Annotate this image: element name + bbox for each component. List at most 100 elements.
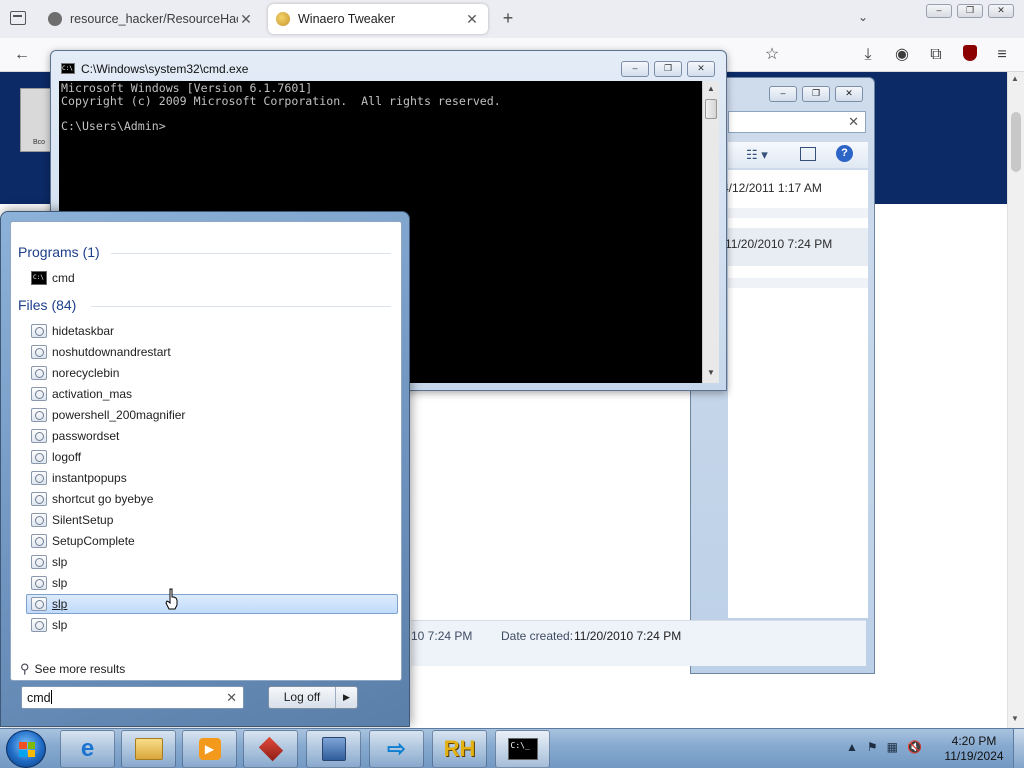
arrow-app-icon[interactable]: ⇨ [369,730,424,768]
media-player-icon[interactable]: ▶ [182,730,237,768]
scroll-up-icon[interactable]: ▲ [1011,74,1019,83]
volume-muted-icon[interactable]: 🔇 [907,740,922,754]
list-item[interactable]: 11/20/2010 7:24 PM [725,228,868,266]
log-off-button[interactable]: Log off ▶ [268,686,358,709]
browser-tab-bar: resource_hacker/ResourceHack ✕ Winaero T… [0,0,1024,38]
account-icon[interactable]: ◉ [892,45,912,65]
files-header[interactable]: Files (84) [18,297,76,313]
file-result-item[interactable]: shortcut go byebye [26,489,398,509]
show-hidden-icons-icon[interactable]: ▲ [846,740,858,754]
clock[interactable]: 4:20 PM 11/19/2024 [940,734,1008,764]
file-result-item[interactable]: logoff [26,447,398,467]
tab-resource-hacker[interactable]: resource_hacker/ResourceHack ✕ [40,4,262,34]
action-center-flag-icon[interactable]: ⚑ [867,740,878,754]
log-off-label[interactable]: Log off [269,687,335,708]
window-title: C:\Windows\system32\cmd.exe [81,62,249,76]
clock-date: 11/19/2024 [944,749,1004,763]
close-button[interactable]: ✕ [687,61,715,77]
script-file-icon [31,597,47,611]
network-icon[interactable]: ▦ [887,740,898,754]
app-red-icon[interactable] [243,730,298,768]
scrollbar-thumb[interactable] [705,99,717,119]
restore-button[interactable]: ❐ [957,4,983,18]
console-scrollbar[interactable]: ▲ ▼ [702,81,719,383]
bookmark-star-icon[interactable]: ☆ [762,45,782,65]
script-file-icon [31,555,47,569]
scrollbar-thumb[interactable] [1011,112,1021,172]
close-button[interactable]: ✕ [835,86,863,102]
file-result-item[interactable]: activation_mas [26,384,398,404]
hand-cursor-icon [165,588,178,610]
program-item-cmd[interactable]: C:\ cmd [26,268,398,288]
start-search-input[interactable]: cmd ✕ [21,686,244,709]
file-result-item[interactable]: SetupComplete [26,531,398,551]
resource-hacker-icon[interactable]: RH [432,730,487,768]
tab-label: resource_hacker/ResourceHack [70,12,238,26]
show-desktop-button[interactable] [1013,729,1024,768]
restore-button[interactable]: ❐ [802,86,830,102]
file-result-item[interactable]: slp [26,573,398,593]
text-caret [50,690,52,704]
see-more-results-link[interactable]: ⚲ See more results [20,661,125,677]
search-box[interactable]: ✕ [728,111,866,133]
cmd-icon: C:\ [31,271,47,285]
file-result-item[interactable]: slp [26,594,398,614]
shutdown-options-icon[interactable]: ▶ [335,687,357,708]
scroll-up-icon[interactable]: ▲ [707,84,715,93]
search-results-panel: Programs (1) C:\ cmd Files (84) hidetask… [10,221,402,681]
list-all-tabs-icon[interactable] [10,11,26,25]
file-result-item[interactable]: slp [26,615,398,635]
file-list: 4/12/2011 1:17 AM 11/20/2010 7:24 PM [722,170,868,618]
file-result-item[interactable]: norecyclebin [26,363,398,383]
row-separator [728,278,868,288]
see-more-label: See more results [34,662,126,676]
item-label: activation_mas [52,387,133,401]
close-button[interactable]: ✕ [988,4,1014,18]
plus-icon[interactable]: + [498,8,518,30]
internet-explorer-icon[interactable]: e [60,730,115,768]
console-line: Microsoft Windows [Version 6.1.7601] [61,81,313,95]
downloads-icon[interactable]: ⤓ [858,45,878,65]
start-button[interactable] [6,730,46,768]
file-result-item[interactable]: passwordset [26,426,398,446]
extensions-icon[interactable]: ⧉ [926,45,946,65]
file-result-item[interactable]: SilentSetup [26,510,398,530]
file-result-item[interactable]: slp [26,552,398,572]
item-label: cmd [52,271,75,285]
date-created-label: Date created: [501,629,574,643]
file-result-item[interactable]: noshutdownandrestart [26,342,398,362]
view-options-icon[interactable]: ☷ ▾ [746,147,768,163]
item-label: instantpopups [52,471,127,485]
back-arrow-icon[interactable]: ← [12,45,32,65]
menu-icon[interactable]: ≡ [992,45,1012,65]
item-label: slp [52,555,68,569]
scroll-down-icon[interactable]: ▼ [707,368,715,377]
minimize-button[interactable]: – [621,61,649,77]
chevron-down-icon[interactable]: ⌄ [858,10,868,24]
programs-header[interactable]: Programs (1) [18,244,100,260]
item-label: SetupComplete [52,534,135,548]
file-result-item[interactable]: instantpopups [26,468,398,488]
notification-area: ▲ ⚑ ▦ 🔇 [846,740,922,754]
item-label: SilentSetup [52,513,114,527]
tab-winaero-tweaker[interactable]: Winaero Tweaker ✕ [268,4,488,34]
winaero-icon [276,12,290,26]
minimize-button[interactable]: – [926,4,952,18]
file-result-item[interactable]: hidetaskbar [26,321,398,341]
cmd-icon[interactable]: C:\_ [495,730,550,768]
file-explorer-icon[interactable] [121,730,176,768]
minimize-button[interactable]: – [769,86,797,102]
page-scrollbar[interactable]: ▲ ▼ [1007,72,1024,728]
script-file-icon [31,366,47,380]
close-tab-icon[interactable]: ✕ [238,11,254,28]
restore-button[interactable]: ❐ [654,61,682,77]
clear-search-icon[interactable]: ✕ [226,690,237,706]
close-tab-icon[interactable]: ✕ [464,11,480,28]
file-result-item[interactable]: powershell_200magnifier [26,405,398,425]
clear-search-icon[interactable]: ✕ [848,114,859,130]
installer-icon[interactable] [306,730,361,768]
scroll-down-icon[interactable]: ▼ [1011,714,1019,723]
preview-pane-icon[interactable] [800,147,816,161]
ublock-icon[interactable] [960,45,980,65]
help-icon[interactable]: ? [836,145,853,162]
